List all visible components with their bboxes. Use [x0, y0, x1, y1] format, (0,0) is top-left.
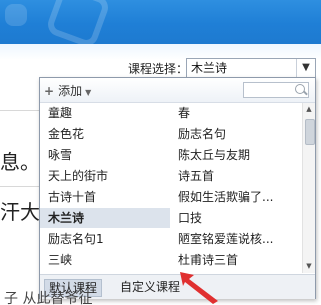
- add-label: 添加: [58, 84, 83, 98]
- doc-divider: [0, 186, 40, 187]
- course-item[interactable]: 天上的街市: [40, 166, 170, 186]
- course-item[interactable]: 木兰诗: [40, 208, 170, 228]
- header-decoration-icon: [5, 4, 27, 26]
- doc-text-line: 汗大: [0, 200, 40, 224]
- course-item[interactable]: 励志名句: [170, 124, 302, 144]
- scrollbar[interactable]: ▲ ▼: [302, 103, 315, 273]
- plus-icon: +: [44, 84, 55, 98]
- course-item[interactable]: 陋室铭爱莲说核...: [170, 229, 302, 249]
- course-item[interactable]: 假如生活欺骗了...: [170, 187, 302, 207]
- course-dropdown-panel: + 添加 ▼ 童趣春金色花 励志名句 咏雪 陈太丘与友期 天上的街市 诗五首 古诗十首 假如生活欺…: [39, 77, 316, 299]
- list-row: 咏雪 陈太丘与友期: [40, 145, 302, 165]
- search-input[interactable]: [243, 82, 309, 98]
- list-row: 三峡 杜甫诗三首: [40, 250, 302, 270]
- doc-divider: [0, 110, 40, 111]
- scroll-up-icon[interactable]: ▲: [303, 103, 315, 116]
- dropdown-toolbar: + 添加 ▼: [40, 78, 315, 103]
- list-row: 天上的街市 诗五首: [40, 166, 302, 186]
- course-select-label: 课程选择：: [128, 62, 189, 76]
- course-item[interactable]: 诗五首: [170, 166, 302, 186]
- add-button[interactable]: + 添加 ▼: [44, 82, 91, 98]
- list-row: 古诗十首 假如生活欺骗了...: [40, 187, 302, 207]
- course-item[interactable]: 陈太丘与友期: [170, 145, 302, 165]
- course-item[interactable]: 金色花: [40, 124, 170, 144]
- list-row: 木兰诗 口技: [40, 208, 302, 228]
- list-row: 童趣春: [40, 103, 302, 123]
- course-item[interactable]: 励志名句1: [40, 229, 170, 249]
- search-icon[interactable]: [295, 84, 305, 94]
- course-select-value: 木兰诗: [191, 61, 228, 75]
- doc-bottom-text: 子 从此替爷征: [4, 291, 93, 305]
- course-item[interactable]: 春: [170, 103, 302, 123]
- scroll-thumb[interactable]: [305, 119, 315, 145]
- doc-text-line: 息。: [0, 150, 40, 174]
- header-decoration: [44, 0, 112, 50]
- course-item[interactable]: 咏雪: [40, 145, 170, 165]
- dropdown-arrow-icon[interactable]: ▼: [296, 59, 315, 77]
- scroll-down-icon[interactable]: ▼: [303, 260, 315, 273]
- course-select[interactable]: 木兰诗 ▼: [186, 58, 316, 78]
- course-item[interactable]: 口技: [170, 208, 302, 228]
- list-row: 金色花 励志名句: [40, 124, 302, 144]
- course-item[interactable]: 三峡: [40, 250, 170, 270]
- course-list: 童趣春金色花 励志名句 咏雪 陈太丘与友期 天上的街市 诗五首 古诗十首 假如生活欺骗了...…: [40, 103, 302, 273]
- app-header-bar: [0, 0, 321, 50]
- course-item[interactable]: 古诗十首: [40, 187, 170, 207]
- list-row: 励志名句1 陋室铭爱莲说核...: [40, 229, 302, 249]
- caret-down-icon: ▼: [85, 88, 92, 97]
- course-item[interactable]: 童趣: [40, 103, 170, 123]
- course-item[interactable]: 杜甫诗三首: [170, 250, 302, 270]
